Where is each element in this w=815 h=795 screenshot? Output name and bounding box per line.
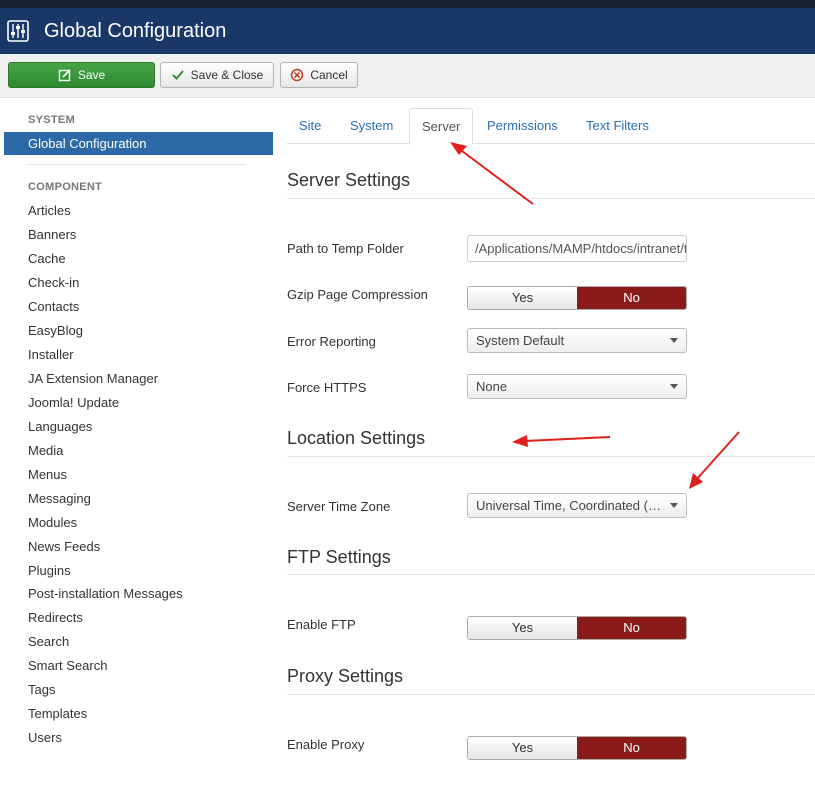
edit-icon [58,69,71,82]
sidebar-item-global-configuration[interactable]: Global Configuration [4,132,273,155]
proxy-toggle: Yes No [467,736,687,760]
ftp-yes-option[interactable]: Yes [468,617,577,639]
dropdown-caret-icon [670,384,678,389]
server-settings-heading: Server Settings [287,170,411,190]
error-reporting-value: System Default [476,333,565,348]
sidebar-item-check-in[interactable]: Check-in [28,275,79,290]
save-label: Save [77,68,106,82]
sidebar-item-post-installation-messages[interactable]: Post-installation Messages [28,586,183,601]
config-tabs: Site System Server Permissions Text Filt… [287,108,815,145]
top-strip [0,0,815,8]
sidebar-item-languages[interactable]: Languages [28,419,92,434]
time-zone-select[interactable]: Universal Time, Coordinated (UTC) [467,493,687,518]
check-icon [171,70,184,80]
tab-server[interactable]: Server [409,108,474,145]
temp-folder-input[interactable]: /Applications/MAMP/htdocs/intranet/tmp [467,235,687,262]
proxy-settings-heading: Proxy Settings [287,666,404,686]
sidebar-item-modules[interactable]: Modules [28,515,77,530]
config-sliders-icon [7,20,29,42]
section-divider [287,694,815,695]
sidebar-item-templates[interactable]: Templates [28,706,87,721]
section-divider [287,456,815,457]
location-settings-heading: Location Settings [287,428,426,448]
error-reporting-select[interactable]: System Default [467,328,687,353]
toolbar: Save Save & Close Cancel [0,54,815,98]
sidebar-item-easyblog[interactable]: EasyBlog [28,323,83,338]
proxy-no-option[interactable]: No [577,737,686,759]
force-https-select[interactable]: None [467,374,687,399]
sidebar-item-redirects[interactable]: Redirects [28,610,83,625]
sidebar-item-banners[interactable]: Banners [28,227,76,242]
page-title: Global Configuration [44,20,227,42]
temp-folder-label: Path to Temp Folder [287,241,404,256]
dropdown-caret-icon [670,503,678,508]
section-divider [287,574,815,575]
sidebar-item-cache[interactable]: Cache [28,251,66,266]
tab-site[interactable]: Site [287,108,333,144]
sidebar-item-news-feeds[interactable]: News Feeds [28,539,100,554]
cancel-circle-icon [291,68,304,82]
annotation-arrow-server-tab [450,142,534,205]
enable-proxy-label: Enable Proxy [287,737,365,752]
proxy-yes-option[interactable]: Yes [468,737,577,759]
gzip-toggle: Yes No [467,286,687,310]
sidebar-item-tags[interactable]: Tags [28,682,55,697]
tab-system[interactable]: System [338,108,405,144]
save-button[interactable]: Save [8,62,155,88]
ftp-no-option[interactable]: No [577,617,686,639]
force-https-value: None [476,379,508,394]
dropdown-caret-icon [670,338,678,343]
sidebar-item-ja-extension-manager[interactable]: JA Extension Manager [28,371,158,386]
sidebar-item-menus[interactable]: Menus [28,467,67,482]
ftp-settings-heading: FTP Settings [287,547,391,567]
error-reporting-label: Error Reporting [287,334,376,349]
sidebar-item-users[interactable]: Users [28,730,62,745]
sidebar-item-contacts[interactable]: Contacts [28,299,79,314]
annotation-arrow-time-zone [689,431,740,489]
tab-permissions[interactable]: Permissions [475,108,570,144]
ftp-toggle: Yes No [467,616,687,640]
sidebar: SYSTEM Global Configuration COMPONENT Ar… [0,98,280,795]
tab-text-filters[interactable]: Text Filters [574,108,661,144]
save-close-label: Save & Close [190,68,264,82]
time-zone-value: Universal Time, Coordinated (UTC) [476,498,680,513]
sidebar-item-search[interactable]: Search [28,634,69,649]
sidebar-heading-component: COMPONENT [28,181,103,193]
annotation-arrow-location [512,435,611,447]
sidebar-item-installer[interactable]: Installer [28,347,74,362]
force-https-label: Force HTTPS [287,380,367,395]
sidebar-item-articles[interactable]: Articles [28,203,71,218]
sidebar-item-smart-search[interactable]: Smart Search [28,658,107,673]
sidebar-item-joomla-update[interactable]: Joomla! Update [28,395,119,410]
enable-ftp-label: Enable FTP [287,617,356,632]
section-divider [287,198,815,199]
sidebar-item-plugins[interactable]: Plugins [28,563,71,578]
sidebar-divider [28,164,246,165]
save-close-button[interactable]: Save & Close [160,62,274,88]
time-zone-label: Server Time Zone [287,499,391,514]
cancel-button[interactable]: Cancel [280,62,358,88]
sidebar-item-messaging[interactable]: Messaging [28,491,91,506]
sidebar-item-media[interactable]: Media [28,443,63,458]
gzip-no-option[interactable]: No [577,287,686,309]
gzip-label: Gzip Page Compression [287,287,428,302]
app-header: Global Configuration [0,8,815,54]
gzip-yes-option[interactable]: Yes [468,287,577,309]
sidebar-heading-system: SYSTEM [28,114,76,126]
cancel-label: Cancel [310,68,348,82]
